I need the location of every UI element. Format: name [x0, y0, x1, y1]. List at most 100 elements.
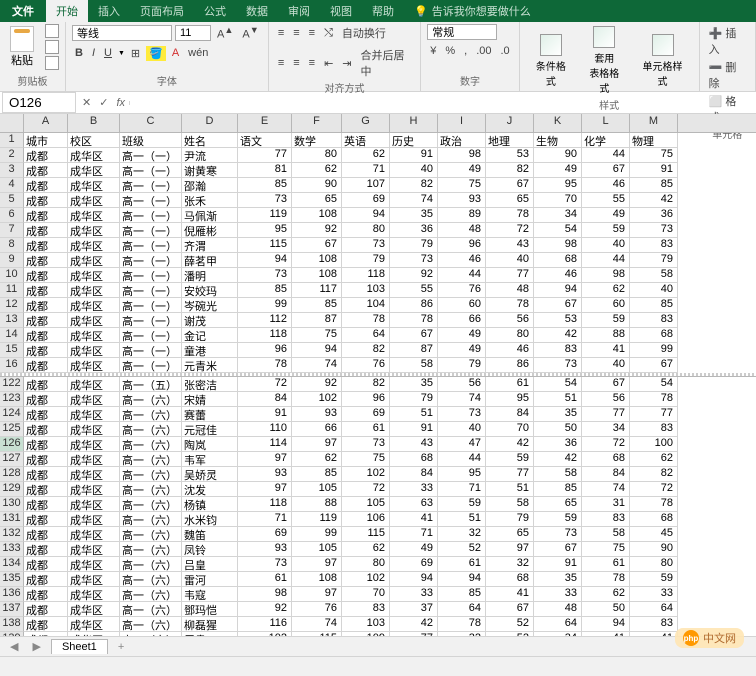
cell[interactable]: 83: [630, 422, 678, 437]
cell[interactable]: 115: [342, 527, 390, 542]
cell[interactable]: 31: [582, 497, 630, 512]
cell[interactable]: 102: [292, 392, 342, 407]
font-color-button[interactable]: A: [169, 46, 182, 60]
cell[interactable]: 80: [342, 223, 390, 238]
cell[interactable]: 78: [630, 392, 678, 407]
cell[interactable]: 93: [238, 542, 292, 557]
cell[interactable]: 52: [486, 617, 534, 632]
cell[interactable]: 54: [534, 377, 582, 392]
cell[interactable]: 105: [342, 497, 390, 512]
cell[interactable]: 74: [292, 617, 342, 632]
cell[interactable]: 61: [486, 377, 534, 392]
percent-icon[interactable]: %: [442, 44, 458, 58]
cell[interactable]: 94: [342, 208, 390, 223]
cell[interactable]: 沈发: [182, 482, 238, 497]
cell[interactable]: 92: [292, 377, 342, 392]
cell[interactable]: 成华区: [68, 223, 120, 238]
format-painter-icon[interactable]: [45, 56, 59, 70]
cell[interactable]: 107: [342, 178, 390, 193]
cell[interactable]: 32: [486, 557, 534, 572]
cell[interactable]: 118: [238, 328, 292, 343]
cell[interactable]: 安姣玛: [182, 283, 238, 298]
cell[interactable]: 高一（一）: [120, 163, 182, 178]
cell[interactable]: 41: [390, 512, 438, 527]
cell[interactable]: 59: [438, 497, 486, 512]
cell[interactable]: 36: [534, 437, 582, 452]
cell[interactable]: 95: [486, 392, 534, 407]
cell[interactable]: 40: [486, 253, 534, 268]
cell[interactable]: 陶岚: [182, 437, 238, 452]
cell[interactable]: 35: [534, 572, 582, 587]
row-header[interactable]: 8: [0, 238, 24, 253]
cell[interactable]: 105: [292, 482, 342, 497]
cell[interactable]: 56: [486, 313, 534, 328]
cell[interactable]: 成华区: [68, 343, 120, 358]
cell[interactable]: 49: [438, 328, 486, 343]
menu-data[interactable]: 数据: [236, 0, 278, 22]
cell[interactable]: 83: [630, 238, 678, 253]
cell[interactable]: 103: [342, 283, 390, 298]
cell[interactable]: 64: [534, 617, 582, 632]
cell[interactable]: 79: [486, 512, 534, 527]
cell[interactable]: 90: [630, 542, 678, 557]
cell[interactable]: 高一（一）: [120, 313, 182, 328]
row-header[interactable]: 128: [0, 467, 24, 482]
cell[interactable]: 83: [630, 617, 678, 632]
cell[interactable]: 成都: [24, 527, 68, 542]
cell[interactable]: 40: [582, 358, 630, 373]
cell[interactable]: 97: [292, 437, 342, 452]
cell[interactable]: 119: [238, 208, 292, 223]
insert-cells-button[interactable]: ➕ 插入: [706, 24, 749, 58]
cell[interactable]: 67: [534, 542, 582, 557]
cell[interactable]: 成都: [24, 392, 68, 407]
cell[interactable]: 雷河: [182, 572, 238, 587]
cell[interactable]: 85: [534, 482, 582, 497]
row-header[interactable]: 3: [0, 163, 24, 178]
cell[interactable]: 33: [390, 482, 438, 497]
cell[interactable]: 72: [630, 482, 678, 497]
cell[interactable]: 85: [438, 587, 486, 602]
cell[interactable]: 成华区: [68, 238, 120, 253]
cell[interactable]: 74: [582, 482, 630, 497]
cell[interactable]: 72: [486, 223, 534, 238]
cell[interactable]: 成华区: [68, 178, 120, 193]
cell[interactable]: 倪雁彬: [182, 223, 238, 238]
cell[interactable]: 67: [582, 163, 630, 178]
cell[interactable]: 成都: [24, 512, 68, 527]
cell[interactable]: 85: [292, 298, 342, 313]
table-format-button[interactable]: 套用 表格格式: [579, 24, 629, 97]
cell[interactable]: 78: [630, 497, 678, 512]
cell[interactable]: 元青米: [182, 358, 238, 373]
cell[interactable]: 98: [582, 268, 630, 283]
cell[interactable]: 60: [582, 298, 630, 313]
cell[interactable]: 94: [238, 253, 292, 268]
cell[interactable]: 96: [238, 343, 292, 358]
cell[interactable]: 49: [582, 208, 630, 223]
cell[interactable]: 79: [390, 238, 438, 253]
cell[interactable]: 43: [486, 238, 534, 253]
cell[interactable]: 42: [390, 617, 438, 632]
row-header[interactable]: 130: [0, 497, 24, 512]
cell[interactable]: 成都: [24, 407, 68, 422]
cell[interactable]: 37: [390, 602, 438, 617]
cell[interactable]: 马佩渐: [182, 208, 238, 223]
cell[interactable]: 78: [238, 358, 292, 373]
cell[interactable]: 58: [390, 358, 438, 373]
cell[interactable]: 86: [390, 298, 438, 313]
cell[interactable]: 高一（一）: [120, 283, 182, 298]
cell[interactable]: 90: [534, 148, 582, 163]
cell[interactable]: 83: [534, 343, 582, 358]
cell[interactable]: 77: [486, 467, 534, 482]
menu-layout[interactable]: 页面布局: [130, 0, 194, 22]
cell[interactable]: 成都: [24, 452, 68, 467]
phonetic-button[interactable]: wén: [185, 46, 211, 60]
cell[interactable]: 79: [438, 358, 486, 373]
dec-decimal-icon[interactable]: .0: [498, 44, 513, 58]
fill-color-button[interactable]: 🪣: [146, 46, 166, 61]
cell[interactable]: 城市: [24, 133, 68, 148]
cell[interactable]: 99: [238, 298, 292, 313]
cell[interactable]: 82: [486, 163, 534, 178]
cell[interactable]: 64: [342, 328, 390, 343]
cell[interactable]: 67: [534, 298, 582, 313]
cell[interactable]: 张禾: [182, 193, 238, 208]
